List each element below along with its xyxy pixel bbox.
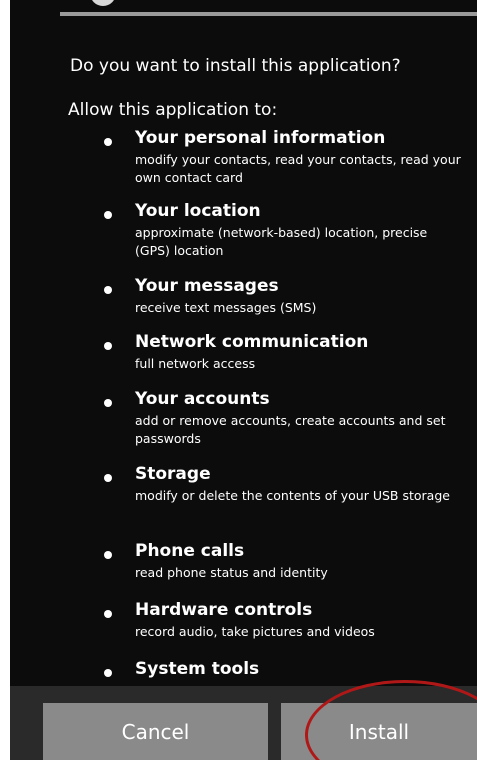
dialog-question: Do you want to install this application? bbox=[70, 56, 401, 76]
bullet-icon bbox=[104, 474, 112, 482]
permission-description: record audio, take pictures and videos bbox=[135, 624, 375, 639]
top-divider bbox=[60, 12, 477, 16]
bullet-icon bbox=[104, 551, 112, 559]
permission-description: read phone status and identity bbox=[135, 565, 328, 580]
permission-title: Your messages bbox=[135, 276, 279, 296]
permission-description: full network access bbox=[135, 356, 256, 371]
bullet-icon bbox=[104, 399, 112, 407]
permission-description: approximate (network-based) location, pr… bbox=[135, 225, 428, 258]
permission-title: System tools bbox=[135, 659, 260, 679]
permission-description: add or remove accounts, create accounts … bbox=[135, 413, 446, 446]
app-icon bbox=[90, 0, 116, 6]
install-dialog: Do you want to install this application?… bbox=[10, 0, 477, 760]
cancel-button[interactable]: Cancel bbox=[43, 703, 268, 760]
bullet-icon bbox=[104, 211, 112, 219]
bullet-icon bbox=[104, 342, 112, 350]
allow-label: Allow this application to: bbox=[68, 100, 278, 120]
permission-title: Hardware controls bbox=[135, 600, 313, 620]
permission-title: Your accounts bbox=[135, 389, 270, 409]
bullet-icon bbox=[104, 669, 112, 677]
permission-description: modify or delete the contents of your US… bbox=[135, 488, 450, 503]
bullet-icon bbox=[104, 138, 112, 146]
permission-title: Phone calls bbox=[135, 541, 245, 561]
permission-title: Network communication bbox=[135, 332, 369, 352]
bullet-icon bbox=[104, 610, 112, 618]
permission-title: Storage bbox=[135, 464, 211, 484]
permission-description: modify your contacts, read your contacts… bbox=[135, 152, 461, 185]
permission-description: receive text messages (SMS) bbox=[135, 300, 317, 315]
bullet-icon bbox=[104, 286, 112, 294]
permission-title: Your personal information bbox=[135, 128, 386, 148]
permission-title: Your location bbox=[135, 201, 261, 221]
